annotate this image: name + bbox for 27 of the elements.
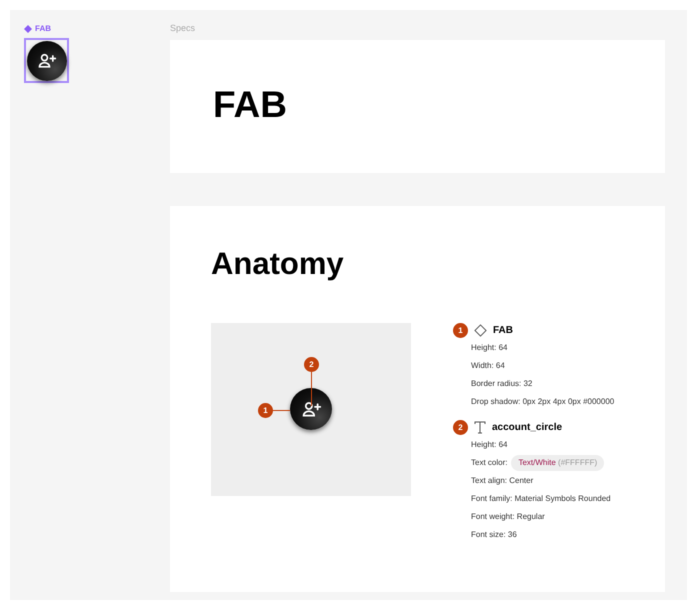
property-text: Height: 64 (471, 342, 508, 354)
property-text: Width: 64 (471, 360, 505, 372)
diamond-icon (474, 324, 487, 337)
property-text: Font family: Material Symbols Rounded (471, 493, 611, 505)
specs-label: Specs (170, 24, 196, 35)
property-text: Text align: Center (471, 475, 534, 487)
component-label: FAB (35, 25, 51, 33)
property-text: Font size: 36 (471, 529, 517, 541)
number-marker: 2 (453, 420, 468, 435)
page-title: FAB (213, 86, 287, 123)
section-title: Anatomy (211, 248, 344, 279)
number-marker: 1 (453, 323, 468, 338)
property-text: Text color: (471, 457, 508, 469)
number-marker: 2 (304, 357, 319, 372)
leader-line (272, 410, 290, 411)
section-name: account_circle (492, 421, 562, 435)
property-text: Height: 64 (471, 439, 508, 451)
property-text: Font weight: Regular (471, 511, 545, 523)
text-icon (474, 421, 486, 434)
number-marker: 1 (258, 403, 273, 418)
section-name: FAB (493, 324, 513, 338)
property-text: Drop shadow: 0px 2px 4px 0px #000000 (471, 396, 614, 408)
component-icon (24, 25, 32, 33)
property-text: Border radius: 32 (471, 378, 532, 390)
fab-preview[interactable] (290, 388, 332, 430)
token-chip: Text/White (#FFFFFF) (511, 455, 604, 471)
leader-line (311, 372, 312, 406)
